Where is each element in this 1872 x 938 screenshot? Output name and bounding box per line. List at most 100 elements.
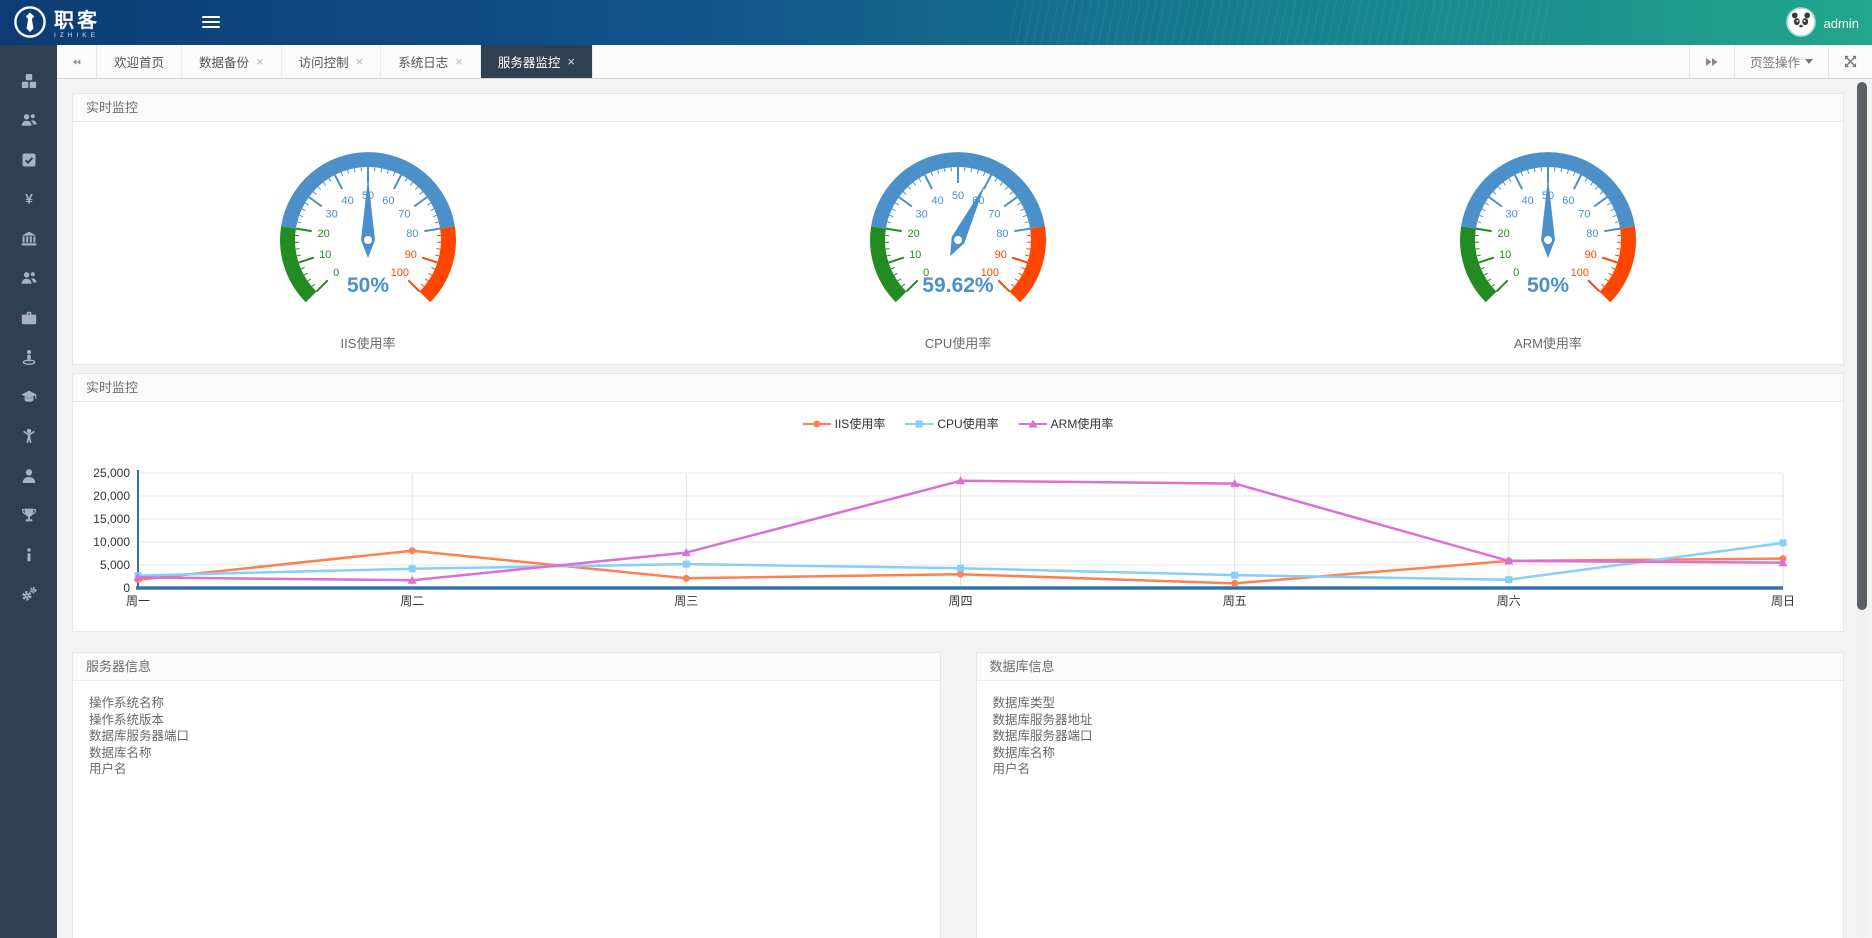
svg-text:周三: 周三 [674, 594, 698, 608]
sidebar-item-info[interactable] [0, 535, 57, 575]
svg-text:40: 40 [341, 195, 353, 207]
user-icon [21, 468, 37, 484]
svg-text:周日: 周日 [1771, 594, 1795, 608]
legend-item-CPU使用率[interactable]: CPU使用率 [905, 415, 998, 432]
svg-text:30: 30 [1505, 209, 1517, 221]
db-info-list: 数据库类型数据库服务器地址数据库服务器端口数据库名称用户名 [977, 681, 1844, 792]
page-ops-dropdown[interactable]: 页签操作 [1734, 45, 1828, 78]
db-info-row: 数据库名称 [993, 745, 1828, 762]
sidebar-item-cogs[interactable] [0, 575, 57, 615]
svg-text:70: 70 [1578, 209, 1590, 221]
sidebar-item-users[interactable] [0, 101, 57, 141]
legend-item-ARM使用率[interactable]: ARM使用率 [1019, 415, 1114, 432]
svg-text:周四: 周四 [948, 594, 972, 608]
tab-欢迎首页[interactable]: 欢迎首页 [97, 45, 182, 78]
avatar [1786, 7, 1816, 40]
logo-subtext: IZHIKE [54, 32, 100, 40]
tabbar-right-controls: 页签操作 [1689, 45, 1872, 78]
users-group-icon [21, 270, 37, 286]
tabs-scroll-right-button[interactable] [1689, 45, 1734, 78]
db-info-row: 用户名 [993, 761, 1828, 778]
fullscreen-icon [1844, 55, 1857, 68]
tab-访问控制[interactable]: 访问控制× [282, 45, 382, 78]
svg-text:70: 70 [988, 209, 1000, 221]
tabs-scroll-left-button[interactable] [57, 45, 97, 78]
svg-text:20: 20 [1497, 228, 1509, 240]
panel-db-info: 数据库信息 数据库类型数据库服务器地址数据库服务器端口数据库名称用户名 [976, 652, 1845, 938]
panel-title: 实时监控 [73, 94, 1843, 122]
svg-text:0: 0 [123, 581, 130, 595]
gauge-label: CPU使用率 [663, 333, 1253, 352]
fullscreen-button[interactable] [1828, 45, 1872, 78]
panel-title: 服务器信息 [73, 653, 940, 681]
gauges-row: 010203040506070809010050%IIS使用率010203040… [73, 122, 1843, 364]
tab-服务器监控[interactable]: 服务器监控× [481, 45, 593, 78]
info-panels-row: 服务器信息 操作系统名称操作系统版本数据库服务器端口数据库名称用户名 数据库信息… [72, 652, 1844, 938]
cogs-icon [21, 586, 37, 602]
caret-down-icon [1805, 59, 1813, 64]
sidebar-item-trophy[interactable] [0, 496, 57, 536]
tab-系统日志[interactable]: 系统日志× [381, 45, 481, 78]
child-icon [21, 428, 37, 444]
user-menu[interactable]: admin [1786, 7, 1859, 40]
tab-数据备份[interactable]: 数据备份× [182, 45, 282, 78]
panel-server-info: 服务器信息 操作系统名称操作系统版本数据库服务器端口数据库名称用户名 [72, 652, 941, 938]
gauge-chart: 010203040506070809010050% [248, 142, 488, 318]
graduation-cap-icon [21, 389, 37, 405]
sidebar-item-users-group[interactable] [0, 259, 57, 299]
svg-text:100: 100 [1571, 267, 1589, 279]
panel-realtime-chart: 实时监控 IIS使用率CPU使用率ARM使用率 05,00010,00015,0… [72, 373, 1844, 632]
server-info-list: 操作系统名称操作系统版本数据库服务器端口数据库名称用户名 [73, 681, 940, 792]
tab-close-icon[interactable]: × [455, 55, 463, 68]
tab-close-icon[interactable]: × [567, 55, 575, 68]
line-chart-area: IIS使用率CPU使用率ARM使用率 05,00010,00015,00020,… [73, 402, 1843, 631]
vertical-scrollbar [1857, 80, 1867, 938]
sidebar-item-child[interactable] [0, 417, 57, 457]
svg-text:周五: 周五 [1223, 594, 1247, 608]
sidebar-toggle-hamburger-icon[interactable] [202, 16, 220, 31]
gauge-label: ARM使用率 [1253, 333, 1843, 352]
svg-text:50: 50 [952, 190, 964, 202]
sidebar-item-check-square[interactable] [0, 140, 57, 180]
svg-text:40: 40 [931, 195, 943, 207]
svg-text:20: 20 [317, 228, 329, 240]
username: admin [1824, 16, 1859, 31]
svg-text:¥: ¥ [25, 191, 33, 207]
sidebar-item-cubes[interactable] [0, 61, 57, 101]
sidebar-item-yen[interactable]: ¥ [0, 180, 57, 220]
app-logo[interactable]: 职客 IZHIKE [13, 5, 100, 44]
line-chart: 05,00010,00015,00020,00025,000周一周二周三周四周五… [73, 436, 1813, 608]
gauge-CPU使用率: 010203040506070809010059.62%CPU使用率 [663, 142, 1253, 352]
svg-text:0: 0 [1513, 267, 1519, 279]
svg-text:30: 30 [915, 209, 927, 221]
gauge-chart: 010203040506070809010050% [1428, 142, 1668, 318]
svg-text:0: 0 [333, 267, 339, 279]
sidebar-item-graduation-cap[interactable] [0, 377, 57, 417]
server-info-row: 操作系统名称 [89, 695, 924, 712]
svg-text:30: 30 [325, 209, 337, 221]
db-info-row: 数据库服务器端口 [993, 728, 1828, 745]
svg-text:25,000: 25,000 [93, 466, 130, 480]
gauge-chart: 010203040506070809010059.62% [838, 142, 1078, 318]
gauge-label: IIS使用率 [73, 333, 663, 352]
sidebar-item-bank[interactable] [0, 219, 57, 259]
sidebar-item-briefcase[interactable] [0, 298, 57, 338]
legend-item-IIS使用率[interactable]: IIS使用率 [803, 415, 886, 432]
sidebar-item-street-view[interactable] [0, 338, 57, 378]
info-icon [21, 547, 37, 563]
svg-text:60: 60 [1562, 195, 1574, 207]
yen-icon: ¥ [21, 191, 37, 207]
tab-close-icon[interactable]: × [256, 55, 264, 68]
briefcase-icon [21, 310, 37, 326]
panel-title: 实时监控 [73, 374, 1843, 402]
scrollbar-thumb[interactable] [1857, 82, 1867, 610]
tab-close-icon[interactable]: × [356, 55, 364, 68]
sidebar-item-user[interactable] [0, 456, 57, 496]
bank-icon [21, 231, 37, 247]
main-content: 实时监控 010203040506070809010050%IIS使用率0102… [57, 79, 1872, 938]
svg-text:50%: 50% [347, 274, 389, 297]
logo-text: 职客 [54, 10, 100, 32]
users-icon [21, 112, 37, 128]
db-info-row: 数据库类型 [993, 695, 1828, 712]
panel-realtime-gauges: 实时监控 010203040506070809010050%IIS使用率0102… [72, 93, 1844, 365]
